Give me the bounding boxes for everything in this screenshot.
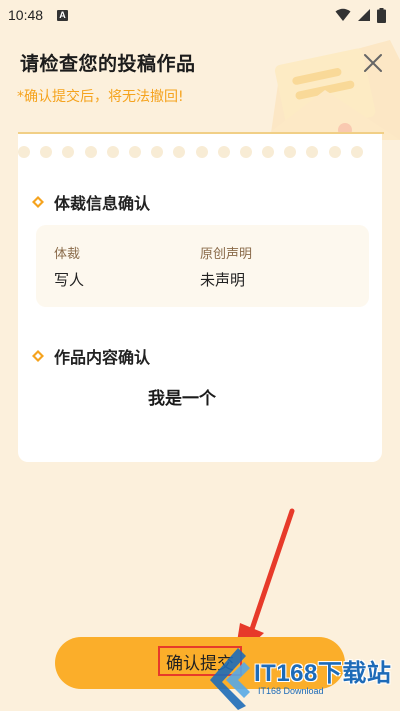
genre-value: 写人 xyxy=(54,271,85,289)
dot xyxy=(173,146,186,158)
close-button[interactable] xyxy=(360,50,386,76)
submit-warning: *确认提交后，将无法撤回! xyxy=(17,89,184,105)
originality-label: 原创声明 xyxy=(200,247,253,262)
status-time: 10:48 xyxy=(8,7,44,23)
diamond-icon xyxy=(32,196,44,208)
watermark-subtitle: IT168 Download xyxy=(258,686,324,696)
dot xyxy=(239,146,252,158)
notification-a-icon: A xyxy=(57,9,69,21)
close-icon xyxy=(364,54,382,72)
dot xyxy=(328,146,341,158)
dot xyxy=(151,146,164,158)
content-section-title: 作品内容确认 xyxy=(32,344,150,368)
dot xyxy=(262,146,275,158)
dot xyxy=(350,146,363,158)
dot xyxy=(40,146,53,158)
watermark-brand: IT168下载站 xyxy=(254,660,392,687)
dot xyxy=(306,146,319,158)
dot xyxy=(62,146,75,158)
genre-label: 体裁 xyxy=(54,247,81,262)
dot xyxy=(217,146,230,158)
status-bar: 10:48 A xyxy=(0,0,400,30)
wifi-icon xyxy=(335,8,351,21)
dot xyxy=(18,146,30,158)
perforation-dots xyxy=(18,146,363,158)
dot xyxy=(128,146,141,158)
diamond-icon xyxy=(32,350,44,362)
dot xyxy=(106,146,119,158)
envelope-illustration xyxy=(260,40,400,140)
content-preview: 我是一个 xyxy=(148,389,216,409)
dot xyxy=(84,146,97,158)
genre-section-title: 体裁信息确认 xyxy=(32,190,150,214)
page-title: 请检查您的投稿作品 xyxy=(20,53,196,75)
content-section-label: 作品内容确认 xyxy=(54,348,151,367)
originality-value: 未声明 xyxy=(200,271,246,289)
dot xyxy=(195,146,208,158)
genre-section-label: 体裁信息确认 xyxy=(54,194,151,213)
dot xyxy=(284,146,297,158)
battery-icon xyxy=(377,7,386,23)
genre-info-box: 体裁 写人 原创声明 未声明 xyxy=(36,225,369,307)
signal-icon xyxy=(358,9,370,21)
status-left: 10:48 A xyxy=(8,7,69,23)
status-right xyxy=(335,7,386,23)
